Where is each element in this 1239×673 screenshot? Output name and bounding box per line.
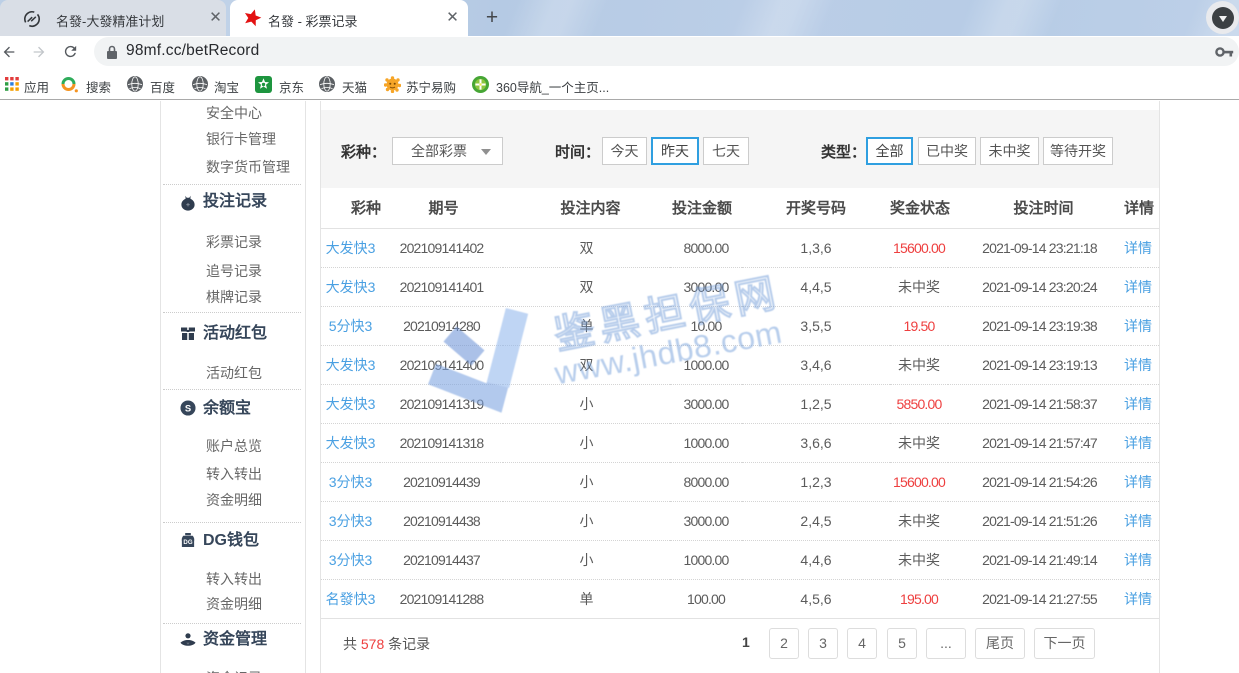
svg-text:S: S <box>185 402 191 413</box>
svg-text:DG: DG <box>183 539 192 546</box>
